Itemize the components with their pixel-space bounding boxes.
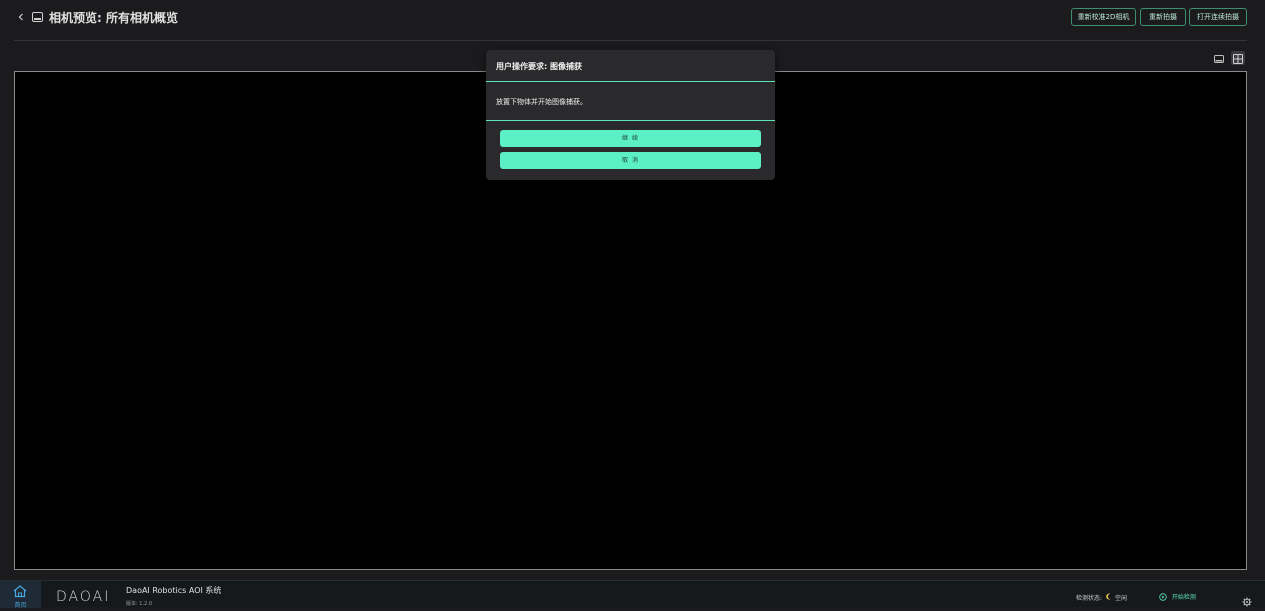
dialog-divider-bottom: [486, 120, 775, 121]
start-detection-label: 开始检测: [1171, 594, 1196, 601]
detection-status-label: 检测状态:: [1076, 595, 1103, 602]
app-version: 版本: 1.2.0: [126, 601, 152, 607]
cancel-button[interactable]: 取 消: [500, 152, 761, 169]
grid-view-icon: [1233, 54, 1243, 64]
back-button[interactable]: [14, 10, 28, 24]
gear-icon: [1242, 597, 1252, 607]
start-detection-button[interactable]: 开始检测: [1159, 592, 1196, 602]
daoai-logo: DAOAI: [56, 589, 111, 605]
monitor-icon: [32, 12, 43, 22]
top-bar: 相机预览: 所有相机概览 重新校准2D相机 重新拍摄 打开连续拍摄: [0, 0, 1265, 40]
dialog-message: 放置下物体并开始图像捕获。: [496, 98, 587, 106]
continue-button[interactable]: 继 续: [500, 130, 761, 147]
grid-view-toggle[interactable]: [1231, 51, 1245, 65]
play-circle-icon: [1159, 592, 1167, 601]
detection-status-value: 空闲: [1115, 595, 1128, 602]
recalibrate-2d-camera-button[interactable]: 重新校准2D相机: [1071, 8, 1136, 26]
recapture-button[interactable]: 重新拍摄: [1140, 8, 1186, 26]
continuous-capture-button[interactable]: 打开连续拍摄: [1189, 8, 1247, 26]
single-view-icon: [1214, 55, 1224, 63]
moon-icon: [1106, 593, 1111, 600]
settings-button[interactable]: [1242, 592, 1252, 607]
page-title: 相机预览: 所有相机概览: [49, 11, 178, 25]
header-divider: [14, 40, 1247, 41]
app-name: DaoAI Robotics AOI 系统: [126, 586, 222, 595]
chevron-left-icon: [18, 13, 23, 21]
user-action-dialog: 用户操作要求: 图像捕获 放置下物体并开始图像捕获。 继 续 取 消: [486, 50, 775, 180]
home-nav-label: 首页: [14, 602, 27, 609]
dialog-title: 用户操作要求: 图像捕获: [496, 62, 582, 71]
home-icon: [13, 585, 27, 598]
single-view-toggle[interactable]: [1212, 51, 1226, 65]
dialog-divider-top: [486, 81, 775, 82]
home-nav-button[interactable]: 首页: [0, 581, 41, 609]
